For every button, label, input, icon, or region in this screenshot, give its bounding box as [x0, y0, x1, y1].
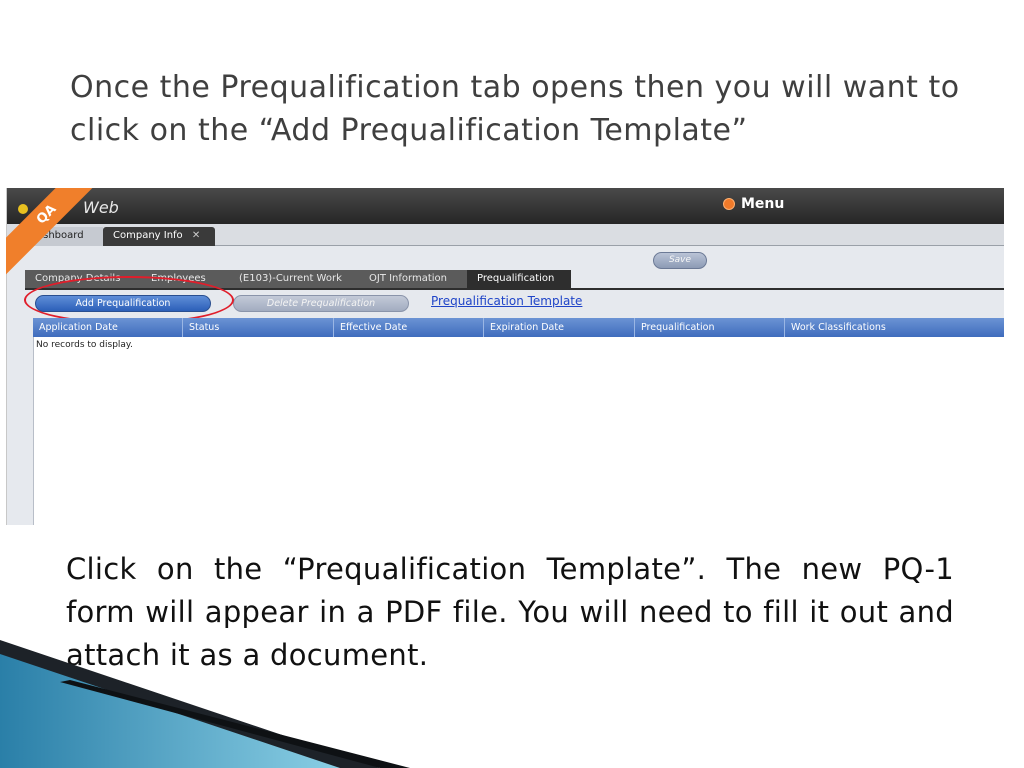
column-application-date[interactable]: Application Date	[33, 318, 183, 337]
qa-badge: QA	[6, 188, 110, 278]
menu-button[interactable]: Menu	[723, 196, 784, 212]
document-tabs: ashboard Company Info ✕	[7, 224, 1004, 246]
grid-header: Application Date Status Effective Date E…	[33, 318, 1004, 337]
no-records-text: No records to display.	[36, 340, 133, 350]
grid-body: No records to display.	[33, 337, 1004, 525]
column-effective-date[interactable]: Effective Date	[334, 318, 484, 337]
column-prequalification[interactable]: Prequalification	[635, 318, 785, 337]
app-screenshot: Web Menu ashboard Company Info ✕ Save Co…	[6, 188, 1004, 525]
column-status[interactable]: Status	[183, 318, 334, 337]
tab-prequalification[interactable]: Prequalification	[467, 270, 571, 288]
prequalification-template-link[interactable]: Prequalification Template	[431, 294, 582, 308]
close-icon[interactable]: ✕	[192, 230, 200, 241]
save-button[interactable]: Save	[653, 252, 707, 269]
menu-label: Menu	[741, 196, 785, 212]
column-expiration-date[interactable]: Expiration Date	[484, 318, 635, 337]
slide-decoration	[0, 640, 410, 768]
slide-title: Once the Prequalification tab opens then…	[70, 70, 960, 148]
column-work-classifications[interactable]: Work Classifications	[785, 318, 1004, 337]
tab-company-info[interactable]: Company Info ✕	[103, 227, 215, 246]
menu-icon	[723, 198, 735, 210]
tab-ojt-information[interactable]: OJT Information	[359, 270, 467, 288]
tab-company-info-label: Company Info	[113, 230, 183, 241]
qa-ribbon: QA	[6, 188, 116, 298]
tab-current-work[interactable]: (E103)-Current Work	[229, 270, 359, 288]
app-topbar: Web Menu	[7, 188, 1004, 224]
delete-prequalification-button[interactable]: Delete Prequalification	[233, 295, 409, 312]
